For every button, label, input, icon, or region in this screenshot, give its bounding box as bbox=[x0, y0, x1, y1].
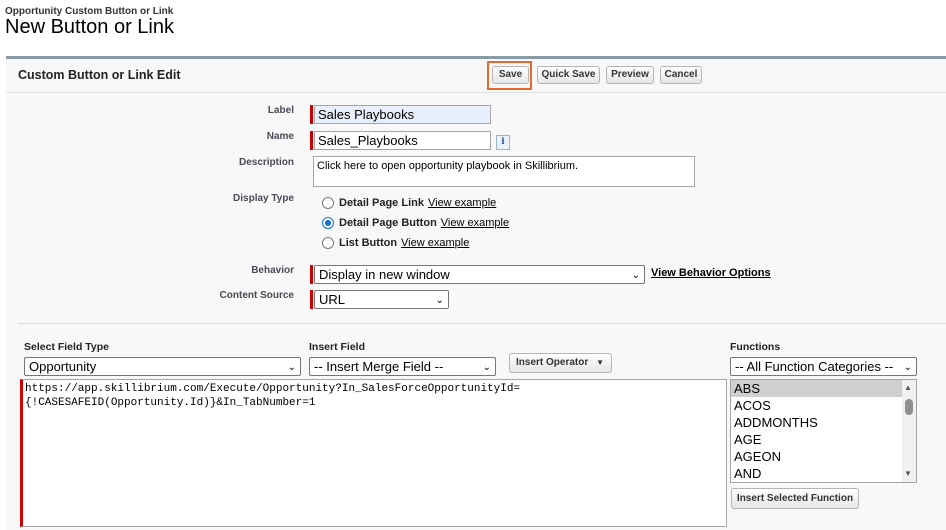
behavior-value: Display in new window bbox=[319, 267, 450, 282]
insert-field-value: -- Insert Merge Field -- bbox=[314, 359, 444, 374]
quick-save-button[interactable]: Quick Save bbox=[537, 66, 600, 84]
content-source-select[interactable]: URL ⌄ bbox=[314, 290, 449, 309]
cancel-button[interactable]: Cancel bbox=[660, 66, 702, 84]
radio-button[interactable] bbox=[322, 197, 334, 209]
scroll-up-icon[interactable]: ▲ bbox=[904, 383, 912, 392]
functions-label: Functions bbox=[730, 341, 781, 353]
required-indicator bbox=[310, 105, 313, 124]
display-type-label: Display Type bbox=[233, 193, 294, 204]
view-behavior-options-link[interactable]: View Behavior Options bbox=[651, 267, 771, 279]
radio-button[interactable] bbox=[322, 237, 334, 249]
required-indicator bbox=[310, 131, 313, 150]
function-item[interactable]: AGE bbox=[731, 431, 902, 448]
radio-label: List Button bbox=[339, 237, 398, 249]
view-example-link[interactable]: View example bbox=[428, 197, 496, 209]
scrollbar-thumb[interactable] bbox=[905, 399, 913, 415]
info-icon[interactable]: i bbox=[496, 135, 510, 150]
formula-line-2: {!CASESAFEID(Opportunity.Id)}&In_TabNumb… bbox=[25, 397, 316, 409]
chevron-down-icon: ⌄ bbox=[287, 362, 296, 373]
insert-field-label: Insert Field bbox=[309, 341, 366, 353]
radio-detail-page-button[interactable]: Detail Page Button View example bbox=[322, 217, 509, 229]
behavior-label: Behavior bbox=[251, 265, 294, 276]
required-indicator bbox=[310, 265, 313, 284]
function-item[interactable]: ADDMONTHS bbox=[731, 414, 902, 431]
view-example-link[interactable]: View example bbox=[441, 217, 509, 229]
radio-button-selected[interactable] bbox=[322, 217, 334, 229]
functions-listbox[interactable]: ABS ACOS ADDMONTHS AGE AGEON AND ▲ ▼ bbox=[730, 379, 917, 483]
radio-label: Detail Page Link bbox=[339, 197, 424, 209]
description-field-label: Description bbox=[238, 157, 294, 168]
chevron-down-icon: ⌄ bbox=[435, 295, 444, 306]
name-field-label: Name bbox=[266, 131, 294, 142]
behavior-select[interactable]: Display in new window ⌄ bbox=[314, 265, 645, 284]
radio-detail-page-link[interactable]: Detail Page Link View example bbox=[322, 197, 496, 209]
select-field-type-select[interactable]: Opportunity ⌄ bbox=[24, 357, 301, 376]
view-example-link[interactable]: View example bbox=[401, 237, 469, 249]
insert-operator-label: Insert Operator bbox=[516, 357, 589, 368]
save-button[interactable]: Save bbox=[492, 66, 529, 84]
function-item[interactable]: ACOS bbox=[731, 397, 902, 414]
chevron-down-icon: ⌄ bbox=[903, 362, 912, 373]
label-input[interactable]: Sales Playbooks bbox=[314, 105, 491, 124]
function-item[interactable]: ABS bbox=[731, 380, 902, 397]
listbox-scrollbar[interactable]: ▲ ▼ bbox=[902, 380, 916, 482]
content-source-label: Content Source bbox=[219, 290, 294, 301]
page-title: New Button or Link bbox=[5, 16, 174, 38]
insert-selected-function-button[interactable]: Insert Selected Function bbox=[731, 488, 859, 509]
caret-down-icon: ▼ bbox=[596, 358, 604, 367]
preview-button[interactable]: Preview bbox=[606, 66, 654, 84]
scroll-down-icon[interactable]: ▼ bbox=[904, 469, 912, 478]
section-divider bbox=[18, 323, 946, 324]
select-field-type-label: Select Field Type bbox=[24, 341, 109, 353]
function-category-select[interactable]: -- All Function Categories -- ⌄ bbox=[730, 357, 917, 376]
select-field-type-value: Opportunity bbox=[29, 359, 97, 374]
formula-line-1: https://app.skillibrium.com/Execute/Oppo… bbox=[25, 383, 521, 395]
radio-label: Detail Page Button bbox=[339, 217, 437, 229]
function-category-value: -- All Function Categories -- bbox=[735, 359, 894, 374]
function-item[interactable]: AND bbox=[731, 465, 902, 482]
description-textarea[interactable]: Click here to open opportunity playbook … bbox=[313, 156, 695, 187]
formula-editor[interactable]: https://app.skillibrium.com/Execute/Oppo… bbox=[20, 379, 727, 527]
insert-field-select[interactable]: -- Insert Merge Field -- ⌄ bbox=[309, 357, 496, 376]
chevron-down-icon: ⌄ bbox=[631, 270, 640, 281]
content-source-value: URL bbox=[319, 292, 346, 307]
function-item[interactable]: AGEON bbox=[731, 448, 902, 465]
label-field-label: Label bbox=[267, 105, 294, 116]
insert-operator-button[interactable]: Insert Operator ▼ bbox=[509, 353, 612, 373]
required-indicator bbox=[310, 290, 313, 309]
name-input[interactable]: Sales_Playbooks bbox=[314, 131, 491, 150]
radio-list-button[interactable]: List Button View example bbox=[322, 237, 469, 249]
chevron-down-icon: ⌄ bbox=[482, 362, 491, 373]
panel-title: Custom Button or Link Edit bbox=[18, 68, 181, 82]
